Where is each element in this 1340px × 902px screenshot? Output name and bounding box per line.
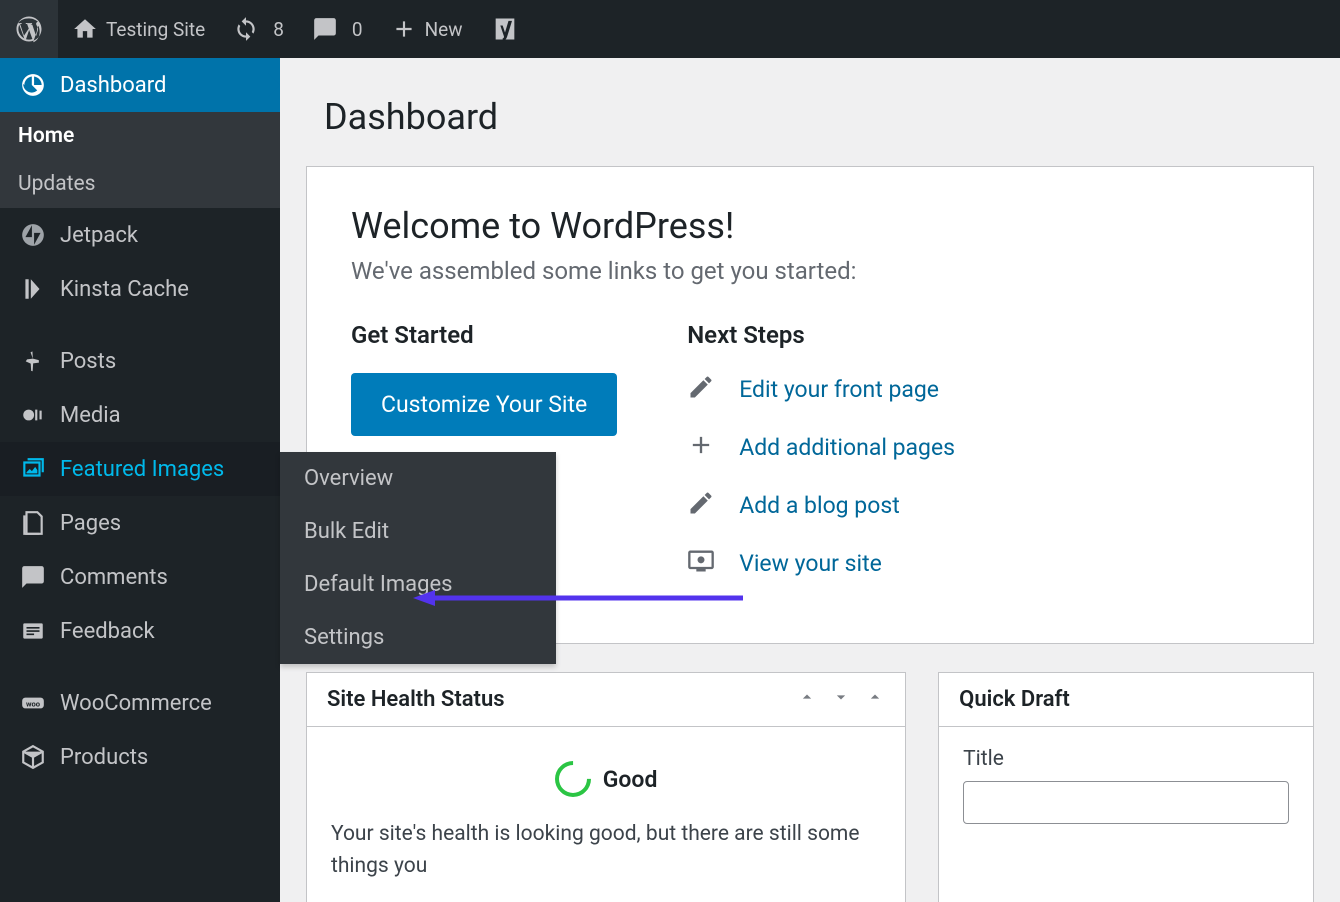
ns-label: Add additional pages xyxy=(739,434,955,461)
pin-icon xyxy=(18,348,48,374)
new-content-link[interactable]: New xyxy=(377,0,477,58)
sidebar-label: WooCommerce xyxy=(60,691,212,716)
comments-icon xyxy=(18,564,48,590)
sidebar-label: Jetpack xyxy=(60,223,138,248)
media-icon xyxy=(18,402,48,428)
site-name-label: Testing Site xyxy=(106,18,205,41)
pages-icon xyxy=(18,510,48,536)
quick-draft-widget: Quick Draft Title xyxy=(938,672,1314,902)
view-site-link[interactable]: View your site xyxy=(687,547,955,579)
site-health-widget: Site Health Status Good Your site's heal… xyxy=(306,672,906,902)
sidebar-item-products[interactable]: Products xyxy=(0,730,280,784)
svg-text:woo: woo xyxy=(26,699,41,708)
sidebar-item-media[interactable]: Media xyxy=(0,388,280,442)
widget-title: Quick Draft xyxy=(959,687,1070,712)
ns-label: View your site xyxy=(739,550,882,577)
welcome-subtitle: We've assembled some links to get you st… xyxy=(351,257,1269,285)
plus-icon xyxy=(391,16,417,42)
edit-icon xyxy=(687,489,721,521)
add-blog-post-link[interactable]: Add a blog post xyxy=(687,489,955,521)
sidebar-label: Feedback xyxy=(60,619,155,644)
sidebar-sub-home[interactable]: Home xyxy=(0,112,280,160)
home-icon xyxy=(72,16,98,42)
yoast-icon xyxy=(491,15,519,43)
featured-images-flyout: Overview Bulk Edit Default Images Settin… xyxy=(280,452,556,664)
sidebar-label: Media xyxy=(60,403,121,428)
sidebar-label: Dashboard xyxy=(60,73,166,98)
plus-icon xyxy=(687,431,721,463)
health-status-circle xyxy=(547,754,598,805)
sidebar-sub-updates[interactable]: Updates xyxy=(0,160,280,208)
toggle-widget-button[interactable] xyxy=(865,687,885,712)
sidebar-label: Comments xyxy=(60,565,168,590)
sidebar-item-woocommerce[interactable]: woo WooCommerce xyxy=(0,676,280,730)
edit-icon xyxy=(687,373,721,405)
wp-logo[interactable] xyxy=(0,0,58,58)
move-up-button[interactable] xyxy=(797,687,817,712)
products-icon xyxy=(18,744,48,770)
welcome-title: Welcome to WordPress! xyxy=(351,205,1269,247)
next-steps-heading: Next Steps xyxy=(687,321,955,349)
comment-count: 0 xyxy=(352,18,363,41)
health-status-label: Good xyxy=(603,766,658,793)
admin-sidebar: Dashboard Home Updates Jetpack Kinsta Ca… xyxy=(0,58,280,902)
draft-title-input[interactable] xyxy=(963,781,1289,824)
admin-topbar: Testing Site 8 0 New xyxy=(0,0,1340,58)
sidebar-label: Featured Images xyxy=(60,457,224,482)
sidebar-label: Products xyxy=(60,745,148,770)
sidebar-item-featured-images[interactable]: Featured Images xyxy=(0,442,280,496)
yoast-link[interactable] xyxy=(477,0,533,58)
woo-icon: woo xyxy=(18,690,48,716)
sidebar-item-posts[interactable]: Posts xyxy=(0,334,280,388)
feedback-icon xyxy=(18,618,48,644)
flyout-overview[interactable]: Overview xyxy=(280,452,556,505)
move-down-button[interactable] xyxy=(831,687,851,712)
sidebar-item-feedback[interactable]: Feedback xyxy=(0,604,280,658)
health-text: Your site's health is looking good, but … xyxy=(331,819,881,882)
add-pages-link[interactable]: Add additional pages xyxy=(687,431,955,463)
sidebar-label: Pages xyxy=(60,511,121,536)
flyout-settings[interactable]: Settings xyxy=(280,611,556,664)
screen-icon xyxy=(687,547,721,579)
customize-site-button[interactable]: Customize Your Site xyxy=(351,373,617,436)
dashboard-icon xyxy=(18,72,48,98)
wordpress-icon xyxy=(14,14,44,44)
edit-front-page-link[interactable]: Edit your front page xyxy=(687,373,955,405)
draft-title-label: Title xyxy=(963,747,1289,771)
sidebar-item-jetpack[interactable]: Jetpack xyxy=(0,208,280,262)
comments-link[interactable]: 0 xyxy=(298,0,377,58)
sidebar-item-kinsta[interactable]: Kinsta Cache xyxy=(0,262,280,316)
jetpack-icon xyxy=(18,222,48,248)
updates-link[interactable]: 8 xyxy=(219,0,298,58)
flyout-bulk-edit[interactable]: Bulk Edit xyxy=(280,505,556,558)
ns-label: Add a blog post xyxy=(739,492,900,519)
refresh-icon xyxy=(233,16,259,42)
sidebar-label: Posts xyxy=(60,349,116,374)
kinsta-icon xyxy=(18,276,48,302)
sidebar-label: Kinsta Cache xyxy=(60,277,189,302)
next-steps-col: Next Steps Edit your front page Add addi… xyxy=(687,321,955,605)
flyout-default-images[interactable]: Default Images xyxy=(280,558,556,611)
images-icon xyxy=(18,456,48,482)
site-name-link[interactable]: Testing Site xyxy=(58,0,219,58)
dashboard-submenu: Home Updates xyxy=(0,112,280,208)
widget-title: Site Health Status xyxy=(327,687,505,712)
sidebar-item-pages[interactable]: Pages xyxy=(0,496,280,550)
sidebar-item-comments[interactable]: Comments xyxy=(0,550,280,604)
update-count: 8 xyxy=(273,18,284,41)
page-title: Dashboard xyxy=(324,96,1314,138)
comment-icon xyxy=(312,16,338,42)
get-started-heading: Get Started xyxy=(351,321,617,349)
ns-label: Edit your front page xyxy=(739,376,939,403)
new-label: New xyxy=(425,18,463,41)
sidebar-item-dashboard[interactable]: Dashboard xyxy=(0,58,280,112)
